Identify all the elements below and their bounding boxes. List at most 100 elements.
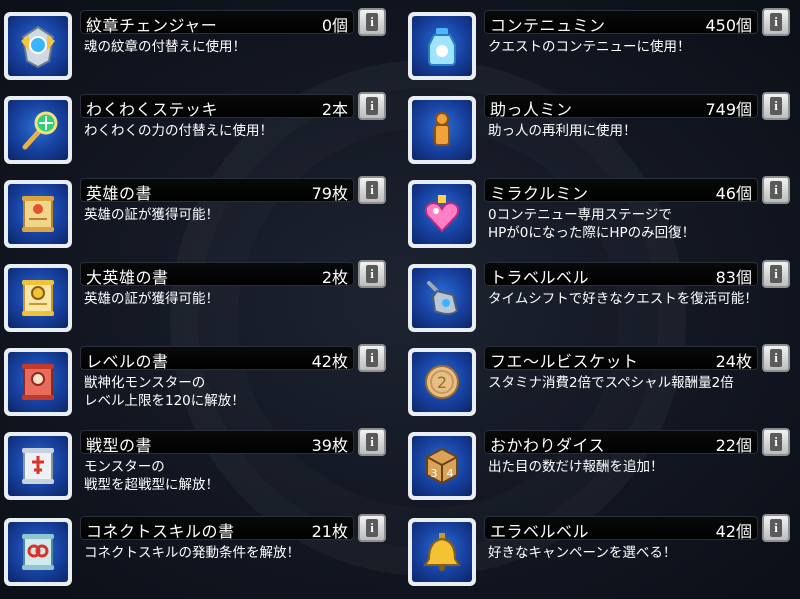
item-count: 749個 bbox=[705, 100, 752, 119]
info-button[interactable]: i bbox=[358, 8, 386, 36]
item-description: 英雄の証が獲得可能！ bbox=[84, 207, 219, 223]
info-button[interactable]: i bbox=[762, 260, 790, 288]
list-item[interactable]: 戦型の書 39枚 i モンスターの 戦型を超戦型に解放！ bbox=[0, 420, 400, 500]
list-item[interactable]: レベルの書 42枚 i 獣神化モンスターの レベル上限を120に解放！ bbox=[0, 336, 400, 416]
list-item[interactable]: わくわくステッキ 2本 i わくわくの力の付替えに使用！ bbox=[0, 84, 400, 164]
heart-potion-icon bbox=[408, 180, 476, 248]
battle-scroll-icon bbox=[4, 432, 72, 500]
info-button[interactable]: i bbox=[762, 8, 790, 36]
item-description: 魂の紋章の付替えに使用！ bbox=[84, 39, 246, 55]
list-item[interactable]: 助っ人ミン 749個 i 助っ人の再利用に使用！ bbox=[404, 84, 800, 164]
item-header: レベルの書 42枚 bbox=[80, 346, 354, 371]
item-description: クエストのコンテニューに使用！ bbox=[488, 39, 691, 55]
info-icon: i bbox=[770, 433, 782, 451]
list-item[interactable]: 英雄の書 79枚 i 英雄の証が獲得可能！ bbox=[0, 168, 400, 248]
info-icon: i bbox=[770, 349, 782, 367]
list-item[interactable]: 2 フエ～ルビスケット 24枚 i スタミナ消費2倍でスペシャル報酬量2倍 bbox=[404, 336, 800, 416]
item-count: 21枚 bbox=[311, 522, 348, 541]
list-item[interactable]: ミラクルミン 46個 i 0コンテニュー専用ステージで HPが0になった際にHP… bbox=[404, 168, 800, 248]
item-header: 英雄の書 79枚 bbox=[80, 178, 354, 203]
info-button[interactable]: i bbox=[762, 176, 790, 204]
info-icon: i bbox=[770, 519, 782, 537]
hand-bell-icon bbox=[408, 264, 476, 332]
gold-scroll-icon bbox=[4, 264, 72, 332]
dice-icon: 34 bbox=[408, 432, 476, 500]
item-description: 出た目の数だけ報酬を追加！ bbox=[488, 459, 664, 475]
info-button[interactable]: i bbox=[762, 514, 790, 542]
info-button[interactable]: i bbox=[762, 344, 790, 372]
item-header: 助っ人ミン 749個 bbox=[484, 94, 758, 119]
scroll-icon bbox=[4, 180, 72, 248]
info-icon: i bbox=[366, 433, 378, 451]
item-name: レベルの書 bbox=[86, 352, 169, 371]
item-header: わくわくステッキ 2本 bbox=[80, 94, 354, 119]
item-count: 42枚 bbox=[311, 352, 348, 371]
info-button[interactable]: i bbox=[358, 260, 386, 288]
info-button[interactable]: i bbox=[762, 428, 790, 456]
item-header: おかわりダイス 22個 bbox=[484, 430, 758, 455]
info-icon: i bbox=[366, 519, 378, 537]
item-count: 83個 bbox=[715, 268, 752, 287]
info-button[interactable]: i bbox=[358, 428, 386, 456]
item-description: タイムシフトで好きなクエストを復活可能！ bbox=[488, 291, 758, 307]
item-description: 獣神化モンスターの レベル上限を120に解放！ bbox=[84, 375, 245, 409]
item-description: わくわくの力の付替えに使用！ bbox=[84, 123, 273, 139]
info-icon: i bbox=[770, 181, 782, 199]
item-header: コネクトスキルの書 21枚 bbox=[80, 516, 354, 541]
info-button[interactable]: i bbox=[358, 344, 386, 372]
info-icon: i bbox=[366, 97, 378, 115]
item-count: 22個 bbox=[715, 436, 752, 455]
item-description: コネクトスキルの発動条件を解放！ bbox=[84, 545, 300, 561]
item-name: 戦型の書 bbox=[86, 436, 153, 455]
item-header: 戦型の書 39枚 bbox=[80, 430, 354, 455]
red-scroll-icon bbox=[4, 348, 72, 416]
item-count: 24枚 bbox=[715, 352, 752, 371]
item-description: 好きなキャンペーンを選べる！ bbox=[488, 545, 677, 561]
list-item[interactable]: エラベルベル 42個 i 好きなキャンペーンを選べる！ bbox=[404, 506, 800, 586]
list-item[interactable]: 大英雄の書 2枚 i 英雄の証が獲得可能！ bbox=[0, 252, 400, 332]
item-header: 紋章チェンジャー 0個 bbox=[80, 10, 354, 35]
item-name: コネクトスキルの書 bbox=[86, 522, 235, 541]
svg-text:2: 2 bbox=[437, 373, 447, 392]
list-item[interactable]: トラベルベル 83個 i タイムシフトで好きなクエストを復活可能！ bbox=[404, 252, 800, 332]
item-count: 2枚 bbox=[321, 268, 348, 287]
info-button[interactable]: i bbox=[358, 176, 386, 204]
item-header: 大英雄の書 2枚 bbox=[80, 262, 354, 287]
info-icon: i bbox=[366, 349, 378, 367]
item-count: 46個 bbox=[715, 184, 752, 203]
item-name: おかわりダイス bbox=[490, 436, 606, 455]
item-name: 助っ人ミン bbox=[490, 100, 573, 119]
item-header: ミラクルミン 46個 bbox=[484, 178, 758, 203]
item-description: モンスターの 戦型を超戦型に解放！ bbox=[84, 459, 219, 493]
info-button[interactable]: i bbox=[358, 92, 386, 120]
item-name: わくわくステッキ bbox=[86, 100, 219, 119]
pawn-icon bbox=[408, 96, 476, 164]
item-header: フエ～ルビスケット 24枚 bbox=[484, 346, 758, 371]
bottle-icon bbox=[408, 12, 476, 80]
item-count: 79枚 bbox=[311, 184, 348, 203]
item-name: 英雄の書 bbox=[86, 184, 153, 203]
wand-icon bbox=[4, 96, 72, 164]
info-button[interactable]: i bbox=[762, 92, 790, 120]
item-name: フエ～ルビスケット bbox=[490, 352, 639, 371]
biscuit-icon: 2 bbox=[408, 348, 476, 416]
info-icon: i bbox=[770, 265, 782, 283]
item-name: コンテニュミン bbox=[490, 16, 606, 35]
svg-text:4: 4 bbox=[447, 467, 454, 480]
info-button[interactable]: i bbox=[358, 514, 386, 542]
connect-scroll-icon bbox=[4, 518, 72, 586]
svg-text:3: 3 bbox=[431, 467, 438, 480]
item-name: エラベルベル bbox=[490, 522, 590, 541]
item-description: 英雄の証が獲得可能！ bbox=[84, 291, 219, 307]
gold-bell-icon bbox=[408, 518, 476, 586]
list-item[interactable]: コネクトスキルの書 21枚 i コネクトスキルの発動条件を解放！ bbox=[0, 506, 400, 586]
list-item[interactable]: 紋章チェンジャー 0個 i 魂の紋章の付替えに使用！ bbox=[0, 0, 400, 80]
item-name: ミラクルミン bbox=[490, 184, 589, 203]
info-icon: i bbox=[770, 97, 782, 115]
info-icon: i bbox=[366, 265, 378, 283]
info-icon: i bbox=[366, 181, 378, 199]
item-count: 2本 bbox=[321, 100, 348, 119]
list-item[interactable]: 34 おかわりダイス 22個 i 出た目の数だけ報酬を追加！ bbox=[404, 420, 800, 500]
list-item[interactable]: コンテニュミン 450個 i クエストのコンテニューに使用！ bbox=[404, 0, 800, 80]
item-name: 紋章チェンジャー bbox=[86, 16, 218, 35]
